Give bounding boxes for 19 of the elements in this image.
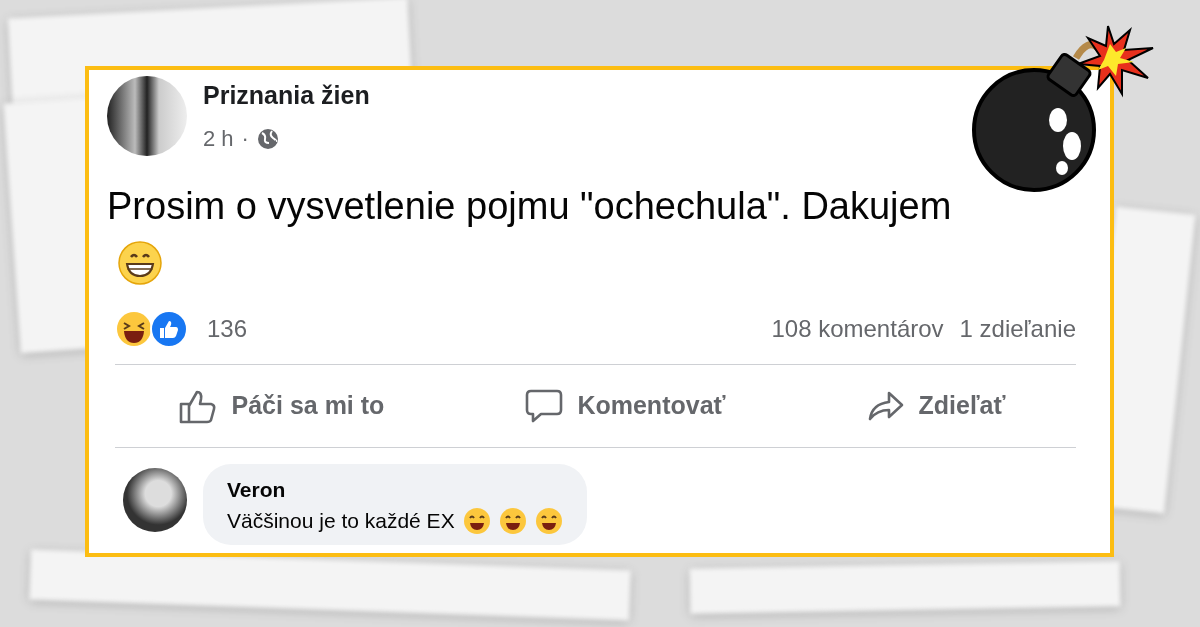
post-text: Prosim o vysvetlenie pojmu "ochechula". Dakujem: [107, 185, 952, 227]
comment-button[interactable]: Komentovať: [515, 381, 736, 431]
laughing-face-icon: [498, 506, 527, 535]
share-arrow-icon: [866, 389, 905, 422]
reaction-count[interactable]: 136: [207, 311, 248, 348]
comments-count[interactable]: 108 komentárov: [771, 311, 944, 348]
comment-text: Väčšinou je to každé EX: [227, 508, 455, 535]
laughing-face-icon: [534, 506, 563, 535]
share-button[interactable]: Zdieľať: [856, 381, 1016, 431]
like-button[interactable]: Páči sa mi to: [167, 381, 395, 431]
laughing-face-icon: [462, 506, 491, 535]
page-name[interactable]: Priznania žien: [203, 76, 370, 115]
globe-icon: [256, 127, 279, 150]
shares-count[interactable]: 1 zdieľanie: [959, 311, 1076, 348]
grinning-face-icon: [117, 240, 163, 287]
speech-bubble-icon: [525, 387, 564, 424]
separator-dot: ·: [241, 125, 249, 154]
comment-author[interactable]: Veron: [227, 473, 563, 506]
post-time[interactable]: 2 h: [203, 122, 234, 156]
